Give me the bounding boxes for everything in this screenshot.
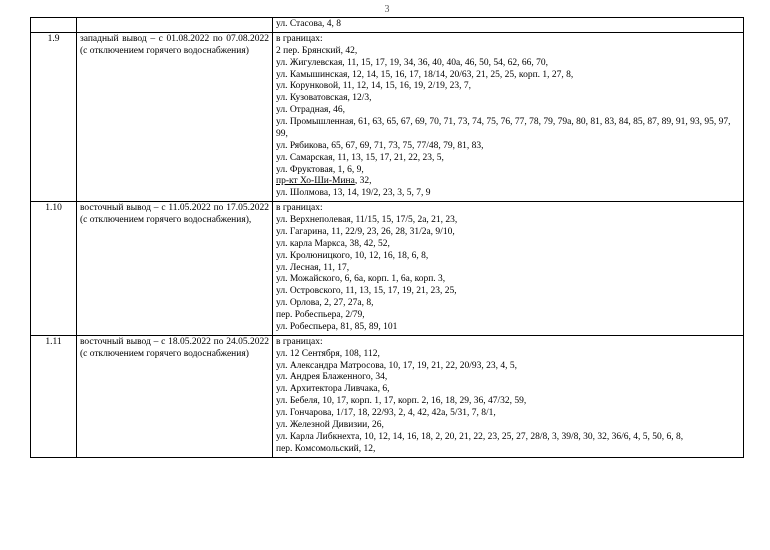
- table-row: 1.11восточный вывод – с 18.05.2022 по 24…: [31, 335, 744, 457]
- address-line: ул. Камышинская, 12, 14, 15, 16, 17, 18/…: [276, 70, 740, 82]
- address-line: ул. Карла Либкнехта, 10, 12, 14, 16, 18,…: [276, 432, 740, 444]
- row-description: [77, 18, 273, 33]
- address-line: ул. Самарская, 11, 13, 15, 17, 21, 22, 2…: [276, 153, 740, 165]
- address-line: ул. Шолмова, 13, 14, 19/2, 23, 3, 5, 7, …: [276, 188, 740, 200]
- row-number: 1.9: [31, 32, 77, 201]
- row-addresses: в границах:ул. 12 Сентября, 108, 112,ул.…: [273, 335, 744, 457]
- address-line: ул. Архитектора Ливчака, 6,: [276, 384, 740, 396]
- address-line: ул. Александра Матросова, 10, 17, 19, 21…: [276, 361, 740, 373]
- row-number: 1.11: [31, 335, 77, 457]
- address-line: ул. Кузоватовская, 12/3,: [276, 93, 740, 105]
- address-line: ул. Железной Дивизии, 26,: [276, 420, 740, 432]
- address-line: 2 пер. Брянский, 42,: [276, 46, 740, 58]
- address-line: в границах:: [276, 34, 740, 46]
- address-line: ул. Промышленная, 61, 63, 65, 67, 69, 70…: [276, 117, 740, 141]
- address-line: ул. Островского, 11, 13, 15, 17, 19, 21,…: [276, 286, 740, 298]
- address-line: ул. Жигулевская, 11, 15, 17, 19, 34, 36,…: [276, 58, 740, 70]
- table-row: 1.9западный вывод – с 01.08.2022 по 07.0…: [31, 32, 744, 201]
- address-line: ул. Можайского, 6, 6а, корп. 1, 6а, корп…: [276, 274, 740, 286]
- row-addresses: в границах:ул. Верхнеполевая, 11/15, 15,…: [273, 202, 744, 336]
- row-number: [31, 18, 77, 33]
- table-row: ул. Стасова, 4, 8: [31, 18, 744, 33]
- address-line: ул. Орлова, 2, 27, 27а, 8,: [276, 298, 740, 310]
- address-line: ул. Рябикова, 65, 67, 69, 71, 73, 75, 77…: [276, 141, 740, 153]
- page-number: 3: [30, 4, 744, 15]
- address-line: ул. Верхнеполевая, 11/15, 15, 17/5, 2а, …: [276, 215, 740, 227]
- row-description: восточный вывод – с 18.05.2022 по 24.05.…: [77, 335, 273, 457]
- row-addresses: ул. Стасова, 4, 8: [273, 18, 744, 33]
- row-description: западный вывод – с 01.08.2022 по 07.08.2…: [77, 32, 273, 201]
- address-line: в границах:: [276, 337, 740, 349]
- table-row: 1.10восточный вывод – с 11.05.2022 по 17…: [31, 202, 744, 336]
- address-line: ул. Фруктовая, 1, 6, 9,: [276, 165, 740, 177]
- address-line: ул. Гагарина, 11, 22/9, 23, 26, 28, 31/2…: [276, 227, 740, 239]
- address-line: ул. Робеспьера, 81, 85, 89, 101: [276, 322, 740, 334]
- address-line: ул. 12 Сентября, 108, 112,: [276, 349, 740, 361]
- address-line: ул. Лесная, 11, 17,: [276, 263, 740, 275]
- address-line: пр-кт Хо-Ши-Мина, 32,: [276, 176, 740, 188]
- address-line: ул. карла Маркса, 38, 42, 52,: [276, 239, 740, 251]
- address-line: ул. Бебеля, 10, 17, корп. 1, 17, корп. 2…: [276, 396, 740, 408]
- outage-table: ул. Стасова, 4, 81.9западный вывод – с 0…: [30, 17, 744, 458]
- address-line: пер. Комсомольский, 12,: [276, 444, 740, 456]
- address-line: в границах:: [276, 203, 740, 215]
- address-line: ул. Стасова, 4, 8: [276, 19, 740, 31]
- address-line: ул. Корунковой, 11, 12, 14, 15, 16, 19, …: [276, 81, 740, 93]
- row-description: восточный вывод – с 11.05.2022 по 17.05.…: [77, 202, 273, 336]
- address-line: ул. Кролюницкого, 10, 12, 16, 18, 6, 8,: [276, 251, 740, 263]
- row-addresses: в границах:2 пер. Брянский, 42,ул. Жигул…: [273, 32, 744, 201]
- address-line: ул. Гончарова, 1/17, 18, 22/93, 2, 4, 42…: [276, 408, 740, 420]
- address-line: ул. Андрея Блаженного, 34,: [276, 372, 740, 384]
- address-line: ул. Отрадная, 46,: [276, 105, 740, 117]
- row-number: 1.10: [31, 202, 77, 336]
- address-line: пер. Робеспьера, 2/79,: [276, 310, 740, 322]
